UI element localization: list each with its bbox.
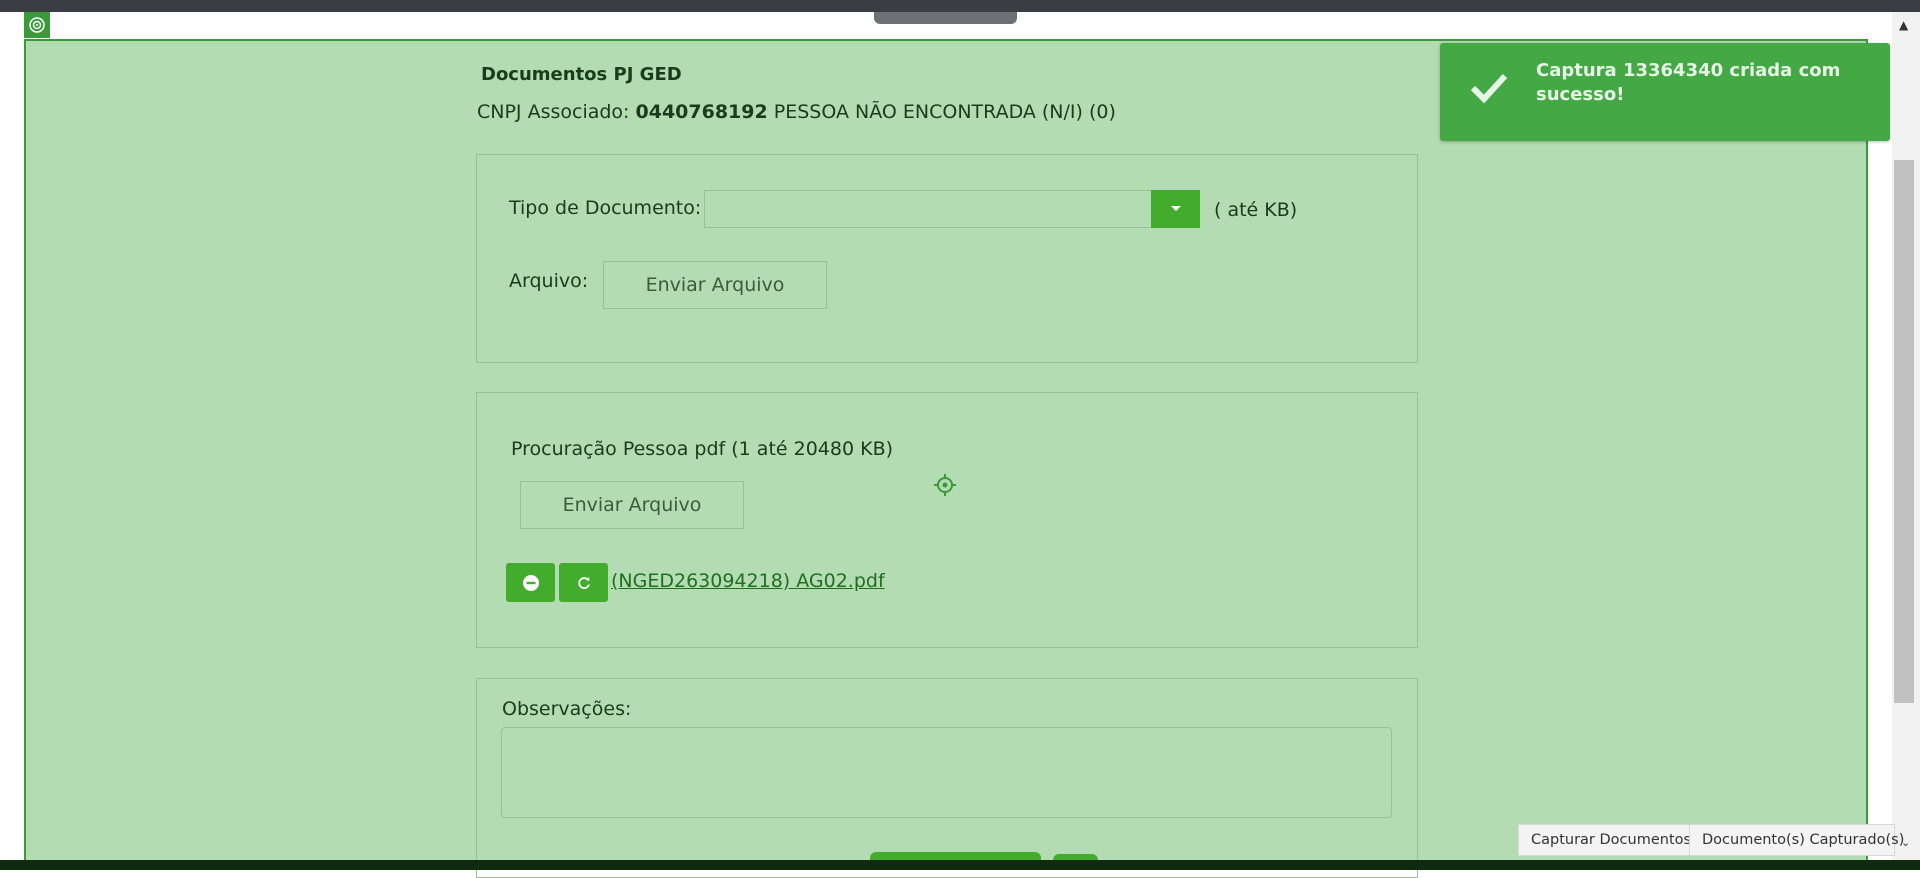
refresh-icon (577, 576, 590, 589)
upload-panel (476, 154, 1418, 363)
scroll-up-arrow-icon[interactable]: ▲ (1899, 18, 1908, 32)
tab-capturar-documentos[interactable]: Capturar Documentos (1518, 824, 1691, 856)
scroll-thumb[interactable] (1894, 160, 1914, 703)
file-link[interactable]: (NGED263094218) AG02.pdf (611, 570, 885, 592)
crosshair-icon (934, 474, 956, 496)
chevron-down-icon (1170, 206, 1181, 211)
cnpj-line: CNPJ Associado: 0440768192 PESSOA NÃO EN… (477, 101, 1116, 123)
browser-top-bar (0, 0, 1920, 12)
doc-type-limit: ( até KB) (1214, 199, 1298, 221)
capture-target-icon[interactable] (24, 12, 50, 38)
cnpj-number: 0440768192 (635, 101, 768, 123)
check-icon (1468, 67, 1510, 109)
chevron-down-icon[interactable]: ⌄ (1901, 836, 1910, 849)
footer-secondary-button[interactable] (1053, 854, 1098, 860)
cnpj-name: PESSOA NÃO ENCONTRADA (N/I) (0) (773, 101, 1116, 123)
success-toast[interactable]: Captura 13364340 criada com sucesso! (1440, 43, 1890, 141)
file-label: Arquivo: (509, 270, 589, 292)
doc-type-dropdown-button[interactable] (1151, 190, 1200, 228)
doc-type-select[interactable] (704, 190, 1200, 228)
replace-file-button[interactable] (559, 563, 608, 602)
tab-handle[interactable] (874, 12, 1017, 24)
observacoes-textarea[interactable] (501, 727, 1392, 818)
cnpj-label: CNPJ Associado: (477, 101, 630, 123)
page-title: Documentos PJ GED (481, 64, 682, 85)
procuracao-label: Procuração Pessoa pdf (1 até 20480 KB) (511, 438, 894, 460)
tab-documentos-capturados[interactable]: Documento(s) Capturado(s) (1689, 824, 1904, 856)
footer-bar (0, 860, 1920, 870)
send-file-button[interactable]: Enviar Arquivo (603, 261, 827, 309)
footer-primary-button[interactable] (870, 852, 1041, 860)
remove-file-button[interactable] (506, 563, 555, 602)
doc-type-label: Tipo de Documento: (509, 197, 702, 219)
procuracao-send-button[interactable]: Enviar Arquivo (520, 481, 744, 529)
minus-circle-icon (522, 574, 539, 591)
observacoes-label: Observações: (502, 698, 632, 720)
toast-message: Captura 13364340 criada com sucesso! (1536, 60, 1841, 105)
